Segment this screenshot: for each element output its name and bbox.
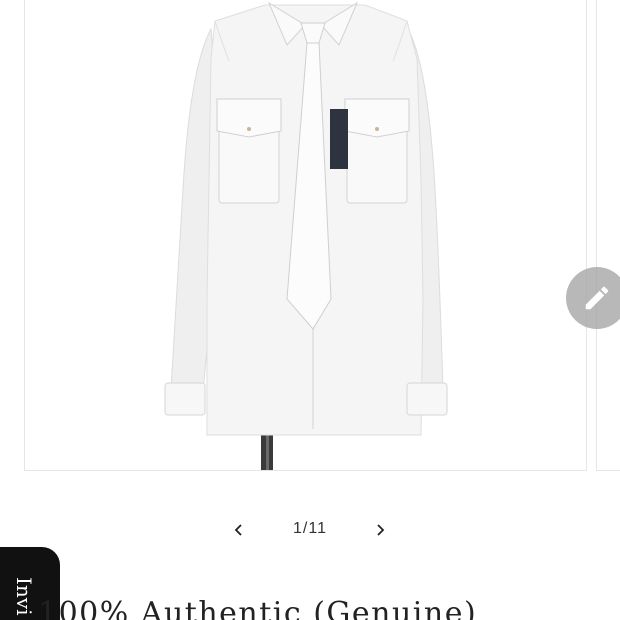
next-image-button[interactable]: [368, 518, 392, 542]
product-page: 1/11 Invi 100% Authentic (Genuine): [0, 0, 620, 620]
chevron-left-icon: [234, 524, 242, 536]
image-pager: 1/11: [0, 512, 620, 548]
product-image-frame[interactable]: [24, 0, 587, 471]
invite-tab-label: Invi: [12, 577, 36, 616]
product-image[interactable]: [25, 0, 586, 470]
pencil-icon: [585, 286, 609, 310]
chevron-right-icon: [377, 524, 385, 536]
edit-button[interactable]: [566, 267, 620, 329]
product-title: 100% Authentic (Genuine): [38, 596, 478, 620]
image-counter: 1/11: [293, 520, 327, 537]
previous-image-button[interactable]: [227, 518, 251, 542]
next-image-frame[interactable]: [596, 0, 620, 471]
